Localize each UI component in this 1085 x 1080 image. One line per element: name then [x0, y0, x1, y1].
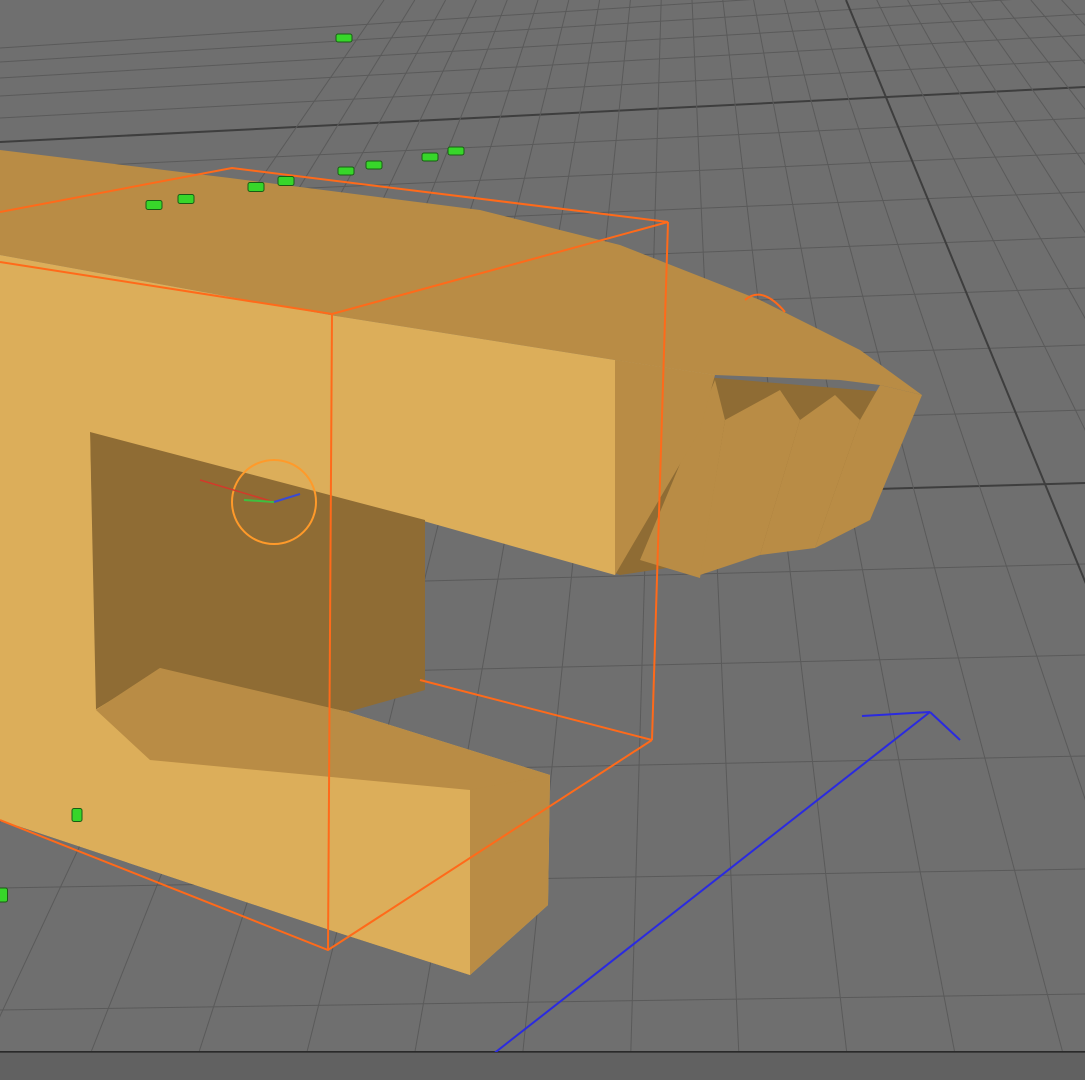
- world-axis-tick-a: [861, 711, 931, 717]
- control-handle[interactable]: [177, 194, 195, 204]
- grid-column-line: [907, 0, 1085, 320]
- bbox-inner-bottom: [419, 679, 653, 741]
- grid-column-line: [937, 0, 1085, 234]
- grid-column-line: [876, 0, 1085, 431]
- control-handle[interactable]: [365, 160, 383, 170]
- world-axis-tick-b: [929, 711, 961, 741]
- grid-row-line: [0, 0, 1013, 63]
- 3d-viewport[interactable]: [0, 0, 1085, 1080]
- control-handle[interactable]: [0, 887, 8, 903]
- grid-row-line: [0, 993, 1085, 1011]
- bottom-arm-side: [470, 775, 550, 975]
- viewport-canvas[interactable]: [0, 0, 1085, 1080]
- grid-row-line: [0, 34, 1085, 97]
- control-handle[interactable]: [145, 200, 163, 210]
- control-handle[interactable]: [247, 182, 265, 192]
- viewport-bottom-edge: [0, 1052, 1085, 1080]
- grid-column-line: [1061, 0, 1085, 27]
- grid-column-line: [814, 0, 1085, 801]
- control-handle[interactable]: [337, 166, 355, 176]
- control-handle[interactable]: [71, 808, 83, 822]
- control-handle[interactable]: [447, 146, 465, 156]
- grid-row-line: [0, 86, 1085, 143]
- recess-left-wall: [0, 420, 96, 710]
- grid-column-line: [999, 0, 1085, 111]
- control-handle[interactable]: [335, 33, 353, 43]
- control-handle[interactable]: [421, 152, 439, 162]
- grid-row-line: [0, 117, 1085, 171]
- control-handle[interactable]: [277, 176, 295, 186]
- extruded-letter-object[interactable]: [0, 150, 922, 975]
- grid-column-line: [1030, 0, 1085, 65]
